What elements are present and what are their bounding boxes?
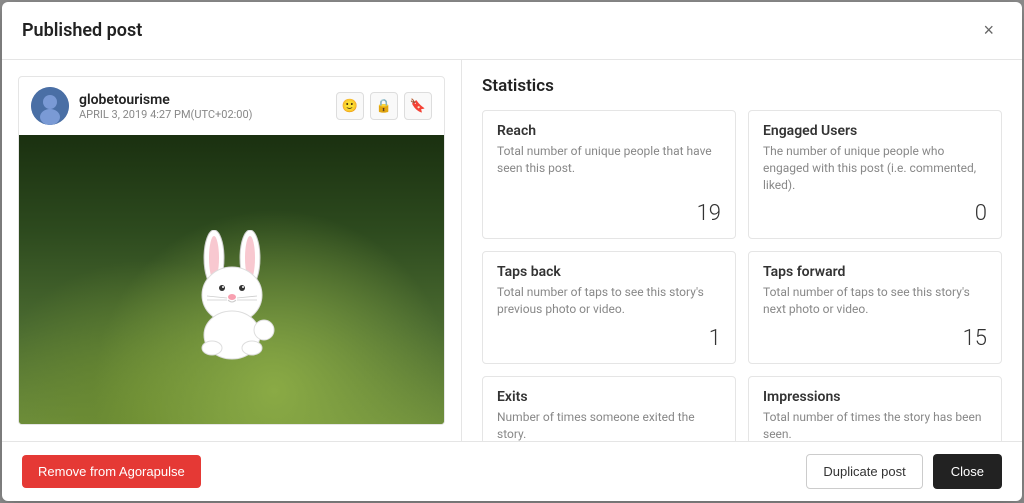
stat-value-reach: 19 (497, 201, 721, 226)
modal-header: Published post × (2, 2, 1022, 60)
footer-right-buttons: Duplicate post Close (806, 454, 1002, 489)
modal-title: Published post (22, 20, 142, 41)
modal-close-button[interactable]: × (975, 16, 1002, 45)
close-button[interactable]: Close (933, 454, 1002, 489)
stat-name-taps-back: Taps back (497, 264, 721, 280)
stat-card-engaged: Engaged Users The number of unique peopl… (748, 110, 1002, 239)
lock-action-button[interactable]: 🔒 (370, 92, 398, 120)
remove-button[interactable]: Remove from Agorapulse (22, 455, 201, 488)
stat-desc-taps-back: Total number of taps to see this story's… (497, 284, 721, 318)
bookmark-action-button[interactable]: 🔖 (404, 92, 432, 120)
stat-card-taps-back: Taps back Total number of taps to see th… (482, 251, 736, 364)
duplicate-button[interactable]: Duplicate post (806, 454, 922, 489)
stat-value-taps-back: 1 (497, 326, 721, 351)
stat-card-reach: Reach Total number of unique people that… (482, 110, 736, 239)
post-image (19, 135, 444, 425)
author-name: globetourisme (79, 92, 253, 108)
author-info: globetourisme APRIL 3, 2019 4:27 PM(UTC+… (79, 92, 253, 121)
post-actions: 🙂 🔒 🔖 (336, 92, 432, 120)
stat-card-taps-forward: Taps forward Total number of taps to see… (748, 251, 1002, 364)
post-card: globetourisme APRIL 3, 2019 4:27 PM(UTC+… (18, 76, 445, 425)
post-author: globetourisme APRIL 3, 2019 4:27 PM(UTC+… (31, 87, 253, 125)
modal-overlay: Published post × (0, 0, 1024, 503)
avatar-svg (31, 87, 69, 125)
stat-desc-impressions: Total number of times the story has been… (763, 409, 987, 441)
avatar (31, 87, 69, 125)
stat-card-exits: Exits Number of times someone exited the… (482, 376, 736, 441)
stat-desc-reach: Total number of unique people that have … (497, 143, 721, 193)
modal-body: globetourisme APRIL 3, 2019 4:27 PM(UTC+… (2, 60, 1022, 441)
stat-name-exits: Exits (497, 389, 721, 405)
left-panel: globetourisme APRIL 3, 2019 4:27 PM(UTC+… (2, 60, 462, 441)
stat-name-impressions: Impressions (763, 389, 987, 405)
post-date: APRIL 3, 2019 4:27 PM(UTC+02:00) (79, 108, 253, 121)
stat-name-engaged: Engaged Users (763, 123, 987, 139)
stat-desc-exits: Number of times someone exited the story… (497, 409, 721, 441)
emoji-action-button[interactable]: 🙂 (336, 92, 364, 120)
stat-value-taps-forward: 15 (763, 326, 987, 351)
post-header: globetourisme APRIL 3, 2019 4:27 PM(UTC+… (19, 77, 444, 135)
stat-desc-taps-forward: Total number of taps to see this story's… (763, 284, 987, 318)
stat-value-engaged: 0 (763, 201, 987, 226)
bunny-illustration (172, 230, 292, 360)
stat-name-taps-forward: Taps forward (763, 264, 987, 280)
stats-grid: Reach Total number of unique people that… (482, 110, 1002, 441)
stat-name-reach: Reach (497, 123, 721, 139)
statistics-title: Statistics (482, 76, 1002, 96)
modal: Published post × (2, 2, 1022, 501)
modal-footer: Remove from Agorapulse Duplicate post Cl… (2, 441, 1022, 501)
stat-card-impressions: Impressions Total number of times the st… (748, 376, 1002, 441)
stat-desc-engaged: The number of unique people who engaged … (763, 143, 987, 193)
right-panel: Statistics Reach Total number of unique … (462, 60, 1022, 441)
